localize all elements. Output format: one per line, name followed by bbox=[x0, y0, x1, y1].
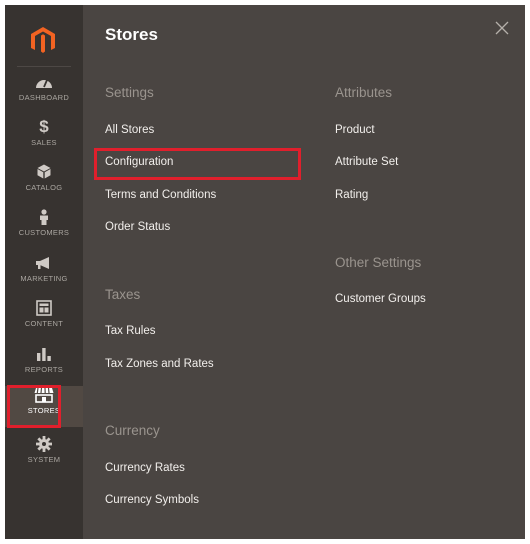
sidebar-item-system[interactable]: SYSTEM bbox=[5, 435, 83, 477]
sidebar-item-reports[interactable]: REPORTS bbox=[5, 345, 83, 387]
link-tax-zones-and-rates[interactable]: Tax Zones and Rates bbox=[105, 358, 214, 370]
sidebar-item-catalog[interactable]: CATALOG bbox=[5, 163, 83, 205]
gear-icon bbox=[5, 435, 83, 453]
person-icon bbox=[5, 208, 83, 226]
megaphone-icon bbox=[5, 254, 83, 272]
bar-chart-icon bbox=[5, 345, 83, 363]
dashboard-gauge-icon bbox=[5, 73, 83, 91]
admin-window: DASHBOARD $ SALES CATALOG CUSTOMERS MARK… bbox=[5, 5, 525, 539]
section-title-settings: Settings bbox=[105, 85, 154, 100]
sidebar-item-dashboard[interactable]: DASHBOARD bbox=[5, 73, 83, 115]
stores-menu-panel: Stores Settings All Stores Configuration… bbox=[84, 5, 525, 539]
sidebar-item-label: SALES bbox=[31, 138, 57, 147]
section-title-attributes: Attributes bbox=[335, 85, 393, 100]
sidebar-item-marketing[interactable]: MARKETING bbox=[5, 254, 83, 296]
link-order-status[interactable]: Order Status bbox=[105, 221, 170, 233]
logo-divider bbox=[17, 66, 71, 67]
sidebar-item-label: MARKETING bbox=[20, 274, 68, 283]
sidebar-item-label: CONTENT bbox=[24, 319, 64, 328]
link-terms-and-conditions[interactable]: Terms and Conditions bbox=[105, 189, 216, 201]
dollar-icon: $ bbox=[39, 117, 49, 136]
link-currency-rates[interactable]: Currency Rates bbox=[105, 462, 185, 474]
sidebar-item-stores[interactable]: STORES bbox=[5, 386, 83, 427]
magento-logo-icon[interactable] bbox=[28, 25, 58, 55]
sidebar-item-content[interactable]: CONTENT bbox=[5, 299, 83, 341]
sidebar-item-sales[interactable]: $ SALES bbox=[5, 118, 83, 160]
sidebar-item-label: DASHBOARD bbox=[18, 93, 70, 102]
sidebar-item-label: SYSTEM bbox=[27, 455, 61, 464]
link-tax-rules[interactable]: Tax Rules bbox=[105, 325, 156, 337]
admin-sidebar: DASHBOARD $ SALES CATALOG CUSTOMERS MARK… bbox=[5, 5, 84, 539]
close-icon[interactable] bbox=[495, 21, 515, 41]
sidebar-item-label: CUSTOMERS bbox=[18, 228, 70, 237]
link-all-stores[interactable]: All Stores bbox=[105, 124, 154, 136]
sidebar-item-label: STORES bbox=[27, 406, 61, 415]
panel-title: Stores bbox=[105, 25, 158, 44]
sidebar-item-customers[interactable]: CUSTOMERS bbox=[5, 208, 83, 250]
link-product[interactable]: Product bbox=[335, 124, 375, 136]
sidebar-item-label: REPORTS bbox=[24, 365, 64, 374]
link-attribute-set[interactable]: Attribute Set bbox=[335, 156, 398, 168]
link-currency-symbols[interactable]: Currency Symbols bbox=[105, 494, 199, 506]
cube-icon bbox=[5, 163, 83, 181]
layout-icon bbox=[5, 299, 83, 317]
link-rating[interactable]: Rating bbox=[335, 189, 368, 201]
section-title-currency: Currency bbox=[105, 423, 160, 438]
storefront-icon bbox=[5, 386, 83, 404]
sidebar-item-label: CATALOG bbox=[25, 183, 63, 192]
link-customer-groups[interactable]: Customer Groups bbox=[335, 293, 426, 305]
link-configuration[interactable]: Configuration bbox=[105, 156, 173, 168]
section-title-taxes: Taxes bbox=[105, 287, 141, 302]
section-title-other-settings: Other Settings bbox=[335, 255, 422, 270]
